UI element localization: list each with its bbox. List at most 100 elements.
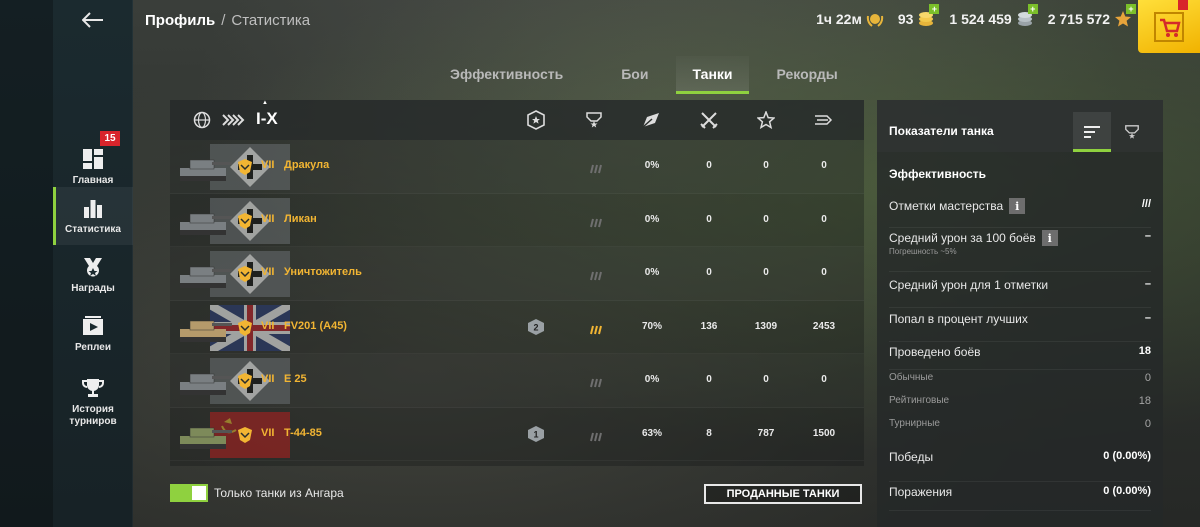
panel-title: Показатели танка: [889, 124, 994, 138]
nation-globe-icon[interactable]: [192, 110, 212, 130]
win-rate-value: 63%: [641, 427, 662, 439]
avg-xp-value: 0: [821, 267, 827, 278]
table-row[interactable]: VII FV201 (A45) 2 70% 136 1309 2453: [170, 301, 864, 354]
hangar-only-toggle[interactable]: Только танки из Ангара: [170, 484, 344, 502]
tank-name: Ликан: [284, 212, 317, 225]
win-rate-value: 0%: [644, 160, 660, 171]
tank-tier: VII: [261, 373, 275, 385]
silver-currency[interactable]: 1 524 459 +: [949, 4, 1038, 28]
breadcrumb-profile-link[interactable]: Профиль: [145, 12, 215, 29]
panel-stat-value: –: [1144, 312, 1151, 324]
nation-emblem-icon: [236, 212, 254, 230]
sidebar-item-tournament-history[interactable]: История турниров: [53, 370, 133, 434]
panel-stat-row: Средний урон для 1 отметки –: [889, 278, 1151, 308]
panel-stat-value: –: [1144, 278, 1151, 290]
tab-records[interactable]: Рекорды: [761, 56, 854, 94]
sidebar-item-awards[interactable]: Награды: [53, 246, 133, 304]
tank-type-icon[interactable]: [222, 110, 246, 130]
panel-stat-row: Победы 0 (0.00%): [889, 450, 1151, 482]
breadcrumb: Профиль / Статистика: [145, 12, 310, 29]
nation-emblem-icon: [236, 426, 254, 444]
free-xp-value: 2 715 572: [1047, 11, 1110, 27]
tank-tier: VII: [261, 319, 275, 332]
silver-value: 1 524 459: [949, 11, 1012, 27]
mastery-level: 1: [533, 429, 538, 439]
mastery-badge-icon[interactable]: [526, 110, 546, 130]
panel-stat-row: Турнирные 0: [889, 418, 1151, 442]
nation-emblem-icon: [236, 319, 254, 337]
back-button[interactable]: [78, 6, 108, 34]
toggle-switch[interactable]: [170, 484, 208, 502]
panel-header: Показатели танка: [877, 100, 1163, 152]
panel-stat-value: 0: [1144, 418, 1151, 430]
table-row[interactable]: VII Дракула 0% 0 0 0: [170, 140, 864, 194]
tab-tanks[interactable]: Танки: [676, 56, 749, 94]
avg-xp-icon[interactable]: [813, 110, 833, 130]
info-icon[interactable]: i: [1009, 198, 1026, 214]
win-rate-value: 0%: [644, 374, 660, 385]
breadcrumb-current: Статистика: [231, 12, 311, 29]
add-silver-plus-icon[interactable]: +: [1027, 4, 1038, 14]
tank-thumbnail-icon: [176, 418, 232, 452]
sidebar-item-replays[interactable]: Реплеи: [53, 305, 133, 363]
avg-xp-value: 0: [821, 160, 827, 171]
free-xp-currency[interactable]: 2 715 572 +: [1047, 4, 1136, 28]
panel-stat-value: 0 (0.00%): [1103, 485, 1151, 497]
sidebar: Главная 15 Статистика Награды Реплеи Ист…: [0, 0, 133, 527]
battles-value: 136: [700, 320, 718, 332]
panel-stat-label: Поражения: [889, 485, 953, 499]
add-free-xp-plus-icon[interactable]: +: [1126, 4, 1136, 14]
avg-damage-icon[interactable]: [756, 110, 776, 130]
battles-icon[interactable]: [699, 110, 719, 130]
tank-name: Дракула: [284, 159, 330, 171]
mark-of-excellence-icon: [1125, 125, 1139, 139]
header: Профиль / Статистика 1ч 22м 93 + 1 524 4…: [133, 0, 1200, 53]
back-arrow-icon: [82, 12, 103, 28]
tier-filter[interactable]: I-X: [256, 100, 278, 129]
table-row[interactable]: VII T-44-85 1 63% 8 787 1500: [170, 408, 864, 461]
gold-currency[interactable]: 93 +: [898, 4, 940, 28]
tank-name: Уничтожитель: [284, 266, 362, 278]
battles-value: 0: [706, 213, 712, 225]
breadcrumb-separator: /: [221, 12, 226, 29]
marks-of-excellence-icon: [588, 429, 602, 441]
mark-of-excellence-icon[interactable]: [584, 110, 604, 130]
nation-emblem-icon: [236, 265, 254, 283]
avg-damage-value: 0: [763, 213, 769, 225]
panel-tab-marks[interactable]: [1113, 112, 1151, 152]
panel-stat-row: Проведено боёв 18: [889, 345, 1151, 370]
win-rate-icon[interactable]: [641, 110, 661, 130]
mastery-badge-icon: 2: [527, 318, 545, 336]
tank-name: FV201 (A45): [284, 319, 347, 332]
panel-tab-stats[interactable]: [1073, 112, 1111, 152]
sidebar-item-statistics[interactable]: Статистика: [53, 187, 133, 245]
add-gold-plus-icon[interactable]: +: [929, 4, 940, 14]
shop-button[interactable]: [1138, 0, 1200, 53]
panel-stat-label: Попал в процент лучших: [889, 312, 1028, 326]
tank-thumbnail-icon: [176, 311, 232, 345]
table-row[interactable]: VII Уничтожитель 0% 0 0 0: [170, 247, 864, 301]
panel-stat-label: Средний урон за 100 боёв: [889, 231, 1036, 245]
panel-stat-value: 18: [1138, 395, 1151, 407]
toggle-knob: [192, 486, 206, 500]
sold-tanks-button[interactable]: ПРОДАННЫЕ ТАНКИ: [704, 484, 862, 504]
tab-efficiency[interactable]: Эффективность: [434, 56, 579, 94]
avg-damage-value: 787: [757, 427, 775, 439]
notification-badge: 15: [100, 131, 120, 146]
marks-of-excellence-icon: [588, 375, 602, 388]
info-icon[interactable]: i: [1041, 230, 1058, 246]
shopping-cart-icon: [1154, 11, 1184, 42]
panel-stat-label: Победы: [889, 450, 934, 464]
marks-of-excellence-icon: [588, 161, 602, 174]
avg-damage-value: 1309: [754, 320, 778, 332]
toggle-label: Только танки из Ангара: [214, 486, 344, 500]
premium-account-timer[interactable]: 1ч 22м: [816, 10, 884, 28]
avg-xp-value: 1500: [812, 427, 836, 439]
table-row[interactable]: VII Ликан 0% 0 0 0: [170, 194, 864, 247]
tab-battles[interactable]: Бои: [605, 56, 664, 94]
panel-stat-row: Попал в процент лучших –: [889, 312, 1151, 342]
shop-notification-flag: [1178, 0, 1188, 10]
panel-stat-row: Поражения 0 (0.00%): [889, 485, 1151, 511]
nation-emblem-icon: [236, 372, 254, 390]
table-row[interactable]: VII E 25 0% 0 0 0: [170, 354, 864, 408]
